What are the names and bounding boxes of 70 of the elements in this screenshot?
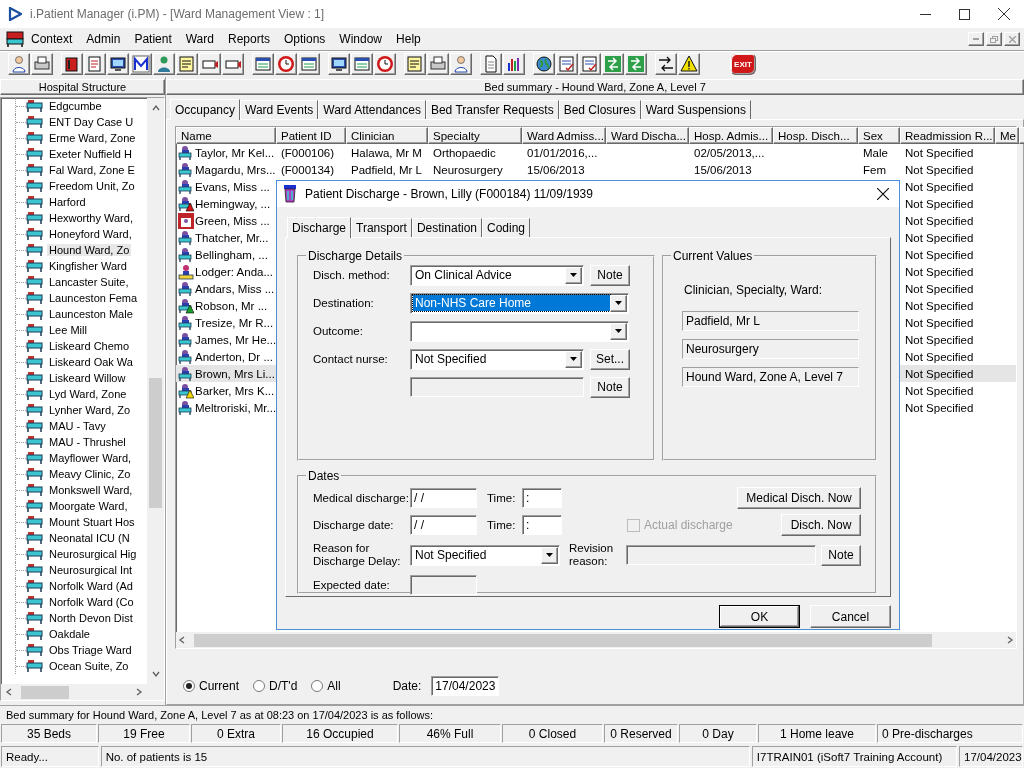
group-title: Discharge Details — [307, 249, 404, 263]
field-label: Reason for Discharge Delay: — [313, 542, 402, 568]
radio-label: All — [327, 679, 341, 693]
field-label: Outcome: — [313, 324, 364, 338]
table-cell: Orthopaedic — [432, 146, 497, 159]
count-cell: 35 Beds — [1, 724, 97, 743]
table-cell: Neurosurgery — [432, 163, 504, 176]
field-label: Destination: — [313, 296, 375, 310]
panel-header: Bed summary - Hound Ward, Zone A, Level 7 — [166, 79, 1024, 95]
table-cell: Not Specified — [904, 401, 975, 414]
count-cell: 0 Reserved — [604, 724, 678, 743]
table-cell: Not Specified — [904, 384, 975, 397]
count-cell: 19 Free — [98, 724, 190, 743]
radio-label: D/T'd — [269, 679, 298, 693]
table-cell: Not Specified — [904, 231, 975, 244]
table-cell: Not Specified — [904, 299, 975, 312]
table-cell: Not Specified — [904, 367, 975, 380]
table-cell: Fem — [862, 163, 887, 176]
table-cell: Halawa, Mr M — [350, 146, 423, 159]
readonly-field: Neurosurgery — [682, 339, 859, 359]
window-title: i.Patient Manager (i.PM) - [Ward Management View : 1] — [30, 7, 325, 21]
status-cell: 17/04/2023 — [959, 746, 1023, 767]
table-cell: 01/01/2016,... — [526, 146, 599, 159]
group-title: Current Values — [672, 249, 754, 263]
summary-text: Bed summary for Hound Ward, Zone A, Level 7 as at 08:23 on 17/04/2023 is as follows: — [0, 705, 1024, 724]
table-cell: Not Specified — [904, 265, 975, 278]
checkbox-label: Actual discharge — [644, 518, 733, 532]
table-cell: Not Specified — [904, 214, 975, 227]
dialog-title: Patient Discharge - Brown, Lilly (F000184) 11/09/1939 — [305, 187, 593, 201]
table-cell: Male — [862, 146, 889, 159]
count-cell: 46% Full — [399, 724, 501, 743]
date-label: Date: — [392, 679, 422, 693]
table-cell: Not Specified — [904, 163, 975, 176]
count-cell: 0 Day — [679, 724, 757, 743]
count-cell: 0 Closed — [502, 724, 603, 743]
table-cell: 15/06/2013 — [526, 163, 586, 176]
status-cell: Ready... — [1, 746, 99, 767]
readonly-field: Hound Ward, Zone A, Level 7 — [682, 367, 859, 387]
count-cell: 16 Occupied — [282, 724, 398, 743]
table-cell: Padfield, Mr L — [350, 163, 423, 176]
table-cell: 02/05/2013,... — [693, 146, 766, 159]
readonly-field: Padfield, Mr L — [682, 311, 859, 331]
table-cell: Not Specified — [904, 146, 975, 159]
status-cell: No. of patients is 15 — [100, 746, 750, 767]
table-cell: (F000106) — [280, 146, 336, 159]
caption-text: Clinician, Specialty, Ward: — [684, 283, 824, 297]
table-cell: Not Specified — [904, 333, 975, 346]
field-label: Disch. method: — [313, 268, 391, 282]
table-cell: 15/06/2013 — [693, 163, 753, 176]
table-cell: Not Specified — [904, 180, 975, 193]
table-cell: Not Specified — [904, 282, 975, 295]
table-cell: Not Specified — [904, 316, 975, 329]
field-label: Time: — [487, 518, 517, 532]
count-cell: 0 Extra — [191, 724, 281, 743]
field-label: Medical discharge: — [313, 491, 410, 505]
group-title: Dates — [307, 469, 341, 483]
status-cell: I7TRAIN01 (iSoft7 Training Account) — [751, 746, 957, 767]
table-cell: Not Specified — [904, 350, 975, 363]
count-cell: 0 Pre-discharges — [877, 724, 1023, 743]
panel-header: Hospital Structure — [0, 79, 165, 95]
radio-label: Current — [199, 679, 239, 693]
table-cell: (F000134) — [280, 163, 336, 176]
field-label: Contact nurse: — [313, 352, 389, 366]
field-label: Time: — [487, 491, 517, 505]
field-label: Discharge date: — [313, 518, 395, 532]
field-label: Revision reason: — [569, 542, 615, 568]
table-cell: Not Specified — [904, 197, 975, 210]
count-cell: 1 Home leave — [758, 724, 876, 743]
table-cell: Not Specified — [904, 248, 975, 261]
field-label: Expected date: — [313, 578, 391, 592]
